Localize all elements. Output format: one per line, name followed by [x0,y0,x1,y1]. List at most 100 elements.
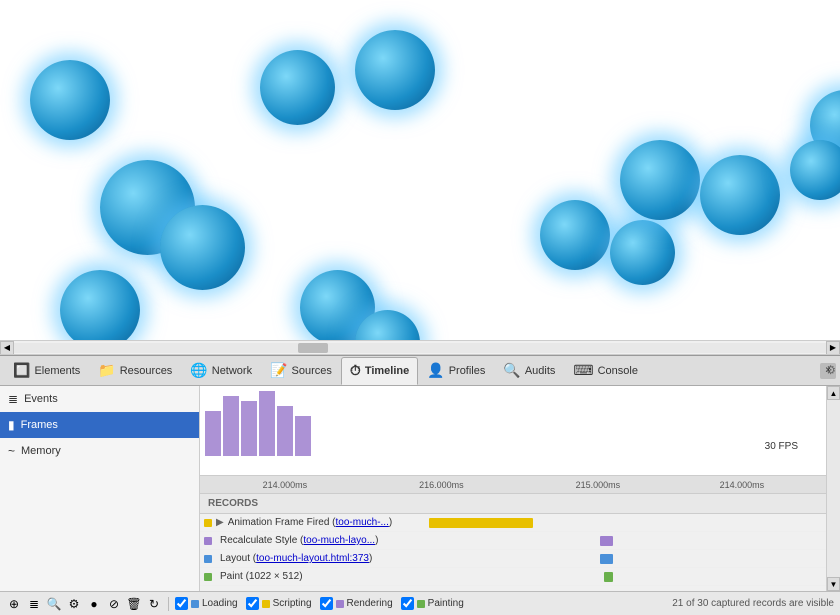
record-label-0: Animation Frame Fired (too-much-...) [228,517,408,528]
viewport-scrollbar[interactable]: ◀ ▶ [0,340,840,354]
browser-viewport: ◀ ▶ [0,0,840,355]
timeline-scrollbar[interactable]: ▲ ▼ [826,386,840,591]
checkbox-color-painting [417,600,425,608]
fps-label: 30 FPS [765,441,798,452]
bubble-4 [260,50,335,125]
devtools-panel: 🔲Elements📁Resources🌐Network📝Sources⏱Time… [0,355,840,615]
tab-console[interactable]: ⌨Console [564,357,647,385]
sidebar-icon-events: ≣ [8,392,18,406]
record-bar-3 [604,572,613,582]
tab-profiles[interactable]: 👤Profiles [418,357,494,385]
timeline-bar-4 [277,406,293,456]
tab-elements[interactable]: 🔲Elements [4,357,89,385]
scroll-thumb[interactable] [298,343,328,353]
timeline-bar-1 [223,396,239,456]
checkbox-color-rendering [336,600,344,608]
bubble-13 [790,140,840,200]
devtools-tabs-bar: 🔲Elements📁Resources🌐Network📝Sources⏱Time… [0,356,840,386]
tab-icon-console: ⌨ [573,362,593,379]
checkbox-color-scripting [262,600,270,608]
status-text: 21 of 30 captured records are visible [672,598,834,609]
record-color-2 [204,555,212,563]
checkbox-color-loading [191,600,199,608]
checkbox-text-loading: Loading [202,598,238,609]
timeline-bar-2 [241,401,257,456]
status-icon-trash[interactable]: 🗑 [126,596,142,612]
ts-track[interactable] [827,400,840,577]
sidebar-icon-frames: ▮ [8,418,15,432]
checkbox-label-painting[interactable]: Painting [401,597,464,610]
record-row-3: Paint (1022 × 512) [200,568,826,586]
checkbox-painting[interactable] [401,597,414,610]
status-icon-add[interactable]: ⊕ [6,596,22,612]
tab-network[interactable]: 🌐Network [181,357,261,385]
record-bar-0 [429,518,534,528]
checkbox-text-rendering: Rendering [347,598,393,609]
bubble-10 [620,140,700,220]
timeline-bar-3 [259,391,275,456]
record-bar-1 [600,536,613,546]
status-icon-record[interactable]: ● [86,596,102,612]
time-marker-3: 214.000ms [720,480,765,490]
status-icon-gear[interactable]: ⚙ [66,596,82,612]
checkboxes-container: Loading Scripting Rendering Painting [175,597,464,610]
bubble-8 [540,200,610,270]
tab-icon-timeline: ⏱ [350,362,361,379]
status-bar: ⊕ ≣ 🔍 ⚙ ● ⊘ 🗑 ↻ Loading Scripting Renderin… [0,591,840,615]
timeline-bar-0 [205,411,221,456]
record-bar-area-1 [400,532,826,549]
time-ruler: 214.000ms216.000ms215.000ms214.000ms [200,476,826,494]
checkbox-text-painting: Painting [428,598,464,609]
record-expand-0[interactable]: ▶ [216,517,224,528]
bubble-11 [700,155,780,235]
record-color-1 [204,537,212,545]
checkbox-label-scripting[interactable]: Scripting [246,597,312,610]
bubble-2 [160,205,245,290]
tab-icon-audits: 🔍 [503,362,520,379]
tab-resources[interactable]: 📁Resources [89,357,181,385]
records-area: RECORDS ▶Animation Frame Fired (too-much… [200,494,826,591]
tab-icon-sources: 📝 [270,362,287,379]
scroll-right-arrow[interactable]: ▶ [826,341,840,355]
record-bar-area-2 [400,550,826,567]
sidebar-item-memory[interactable]: ~Memory [0,438,199,464]
record-color-3 [204,573,212,581]
bubble-5 [355,30,435,110]
tab-icon-elements: 🔲 [13,362,30,379]
tab-timeline[interactable]: ⏱Timeline [341,357,418,385]
checkbox-label-rendering[interactable]: Rendering [320,597,393,610]
tab-icon-network: 🌐 [190,362,207,379]
bubble-9 [610,220,675,285]
sidebar-item-events[interactable]: ≣Events [0,386,199,412]
scroll-track[interactable] [14,343,826,353]
sidebar-icon-memory: ~ [8,444,15,458]
devtools-content: ≣Events▮Frames~Memory 30 FPS 214.000ms 21… [0,386,840,591]
status-icon-stop[interactable]: ⊘ [106,596,122,612]
ts-down-arrow[interactable]: ▼ [827,577,840,591]
time-marker-2: 215.000ms [576,480,621,490]
time-marker-1: 216.000ms [419,480,464,490]
status-separator [168,597,169,611]
status-icon-search[interactable]: 🔍 [46,596,62,612]
tab-icon-profiles: 👤 [427,362,444,379]
record-rows: ▶ Animation Frame Fired (too-much-...) Rec… [200,514,826,591]
tab-sources[interactable]: 📝Sources [261,357,341,385]
status-icon-refresh[interactable]: ↻ [146,596,162,612]
record-bar-area-3 [400,568,826,585]
gear-icon[interactable]: ⚙ [825,363,836,377]
ts-up-arrow[interactable]: ▲ [827,386,840,400]
bubble-3 [60,270,140,350]
tab-audits[interactable]: 🔍Audits [494,357,564,385]
checkbox-scripting[interactable] [246,597,259,610]
status-icon-list[interactable]: ≣ [26,596,42,612]
sidebar-item-frames[interactable]: ▮Frames [0,412,199,438]
checkbox-rendering[interactable] [320,597,333,610]
tab-icon-resources: 📁 [98,362,115,379]
timeline-bars [200,386,826,456]
checkbox-loading[interactable] [175,597,188,610]
checkbox-label-loading[interactable]: Loading [175,597,238,610]
record-label-1: Recalculate Style (too-much-layo...) [220,535,400,546]
scroll-left-arrow[interactable]: ◀ [0,341,14,355]
timeline-bar-5 [295,416,311,456]
timeline-main: 30 FPS 214.000ms216.000ms215.000ms214.00… [200,386,826,591]
